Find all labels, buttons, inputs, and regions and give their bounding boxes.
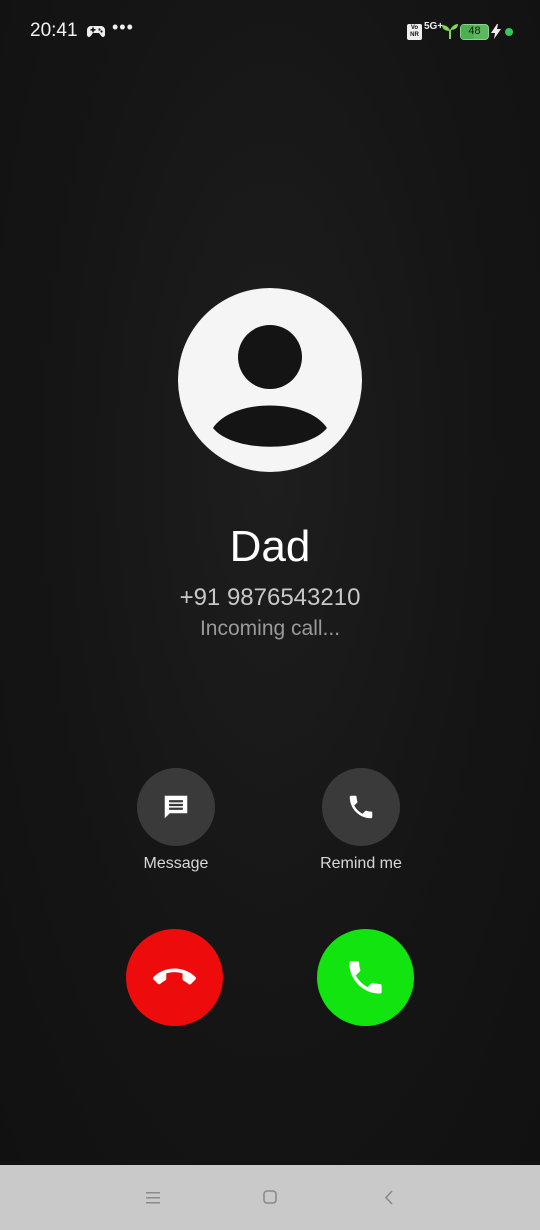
remind-me-label: Remind me [320,855,402,872]
message-button[interactable] [137,768,215,846]
charging-bolt-icon [491,24,501,39]
phone-icon [349,961,382,994]
more-icon: ••• [112,17,134,37]
menu-icon [146,1192,160,1204]
caller-name: Dad [229,522,311,571]
recents-button[interactable] [138,1185,168,1211]
message-label: Message [143,855,209,872]
person-icon [213,325,327,447]
end-call-icon [153,968,196,985]
caller-avatar [178,288,362,472]
accept-call-button[interactable] [317,929,414,1026]
sprout-icon [442,24,458,39]
phone-icon [349,795,373,819]
call-status: Incoming call... [199,617,341,640]
home-icon [263,1190,277,1204]
caller-number: +91 9876543210 [179,584,361,611]
volte-icon: Vo NR [407,24,422,40]
message-icon [164,795,188,819]
battery-icon: 48 [460,24,489,40]
back-icon [384,1190,393,1205]
home-button[interactable] [255,1185,285,1211]
gamepad-icon [87,26,105,37]
incoming-call-screen: 20:41 ••• Vo NR 5G+ 48 Dad +91 987654321… [0,0,540,1165]
battery-level-text: 48 [468,25,481,37]
navigation-bar [0,1165,540,1230]
back-button[interactable] [374,1185,404,1211]
green-dot-icon [505,28,513,36]
decline-call-button[interactable] [126,929,223,1026]
remind-me-button[interactable] [322,768,400,846]
status-time: 20:41 [30,20,78,41]
status-bar: 20:41 ••• Vo NR 5G+ 48 [0,0,540,64]
